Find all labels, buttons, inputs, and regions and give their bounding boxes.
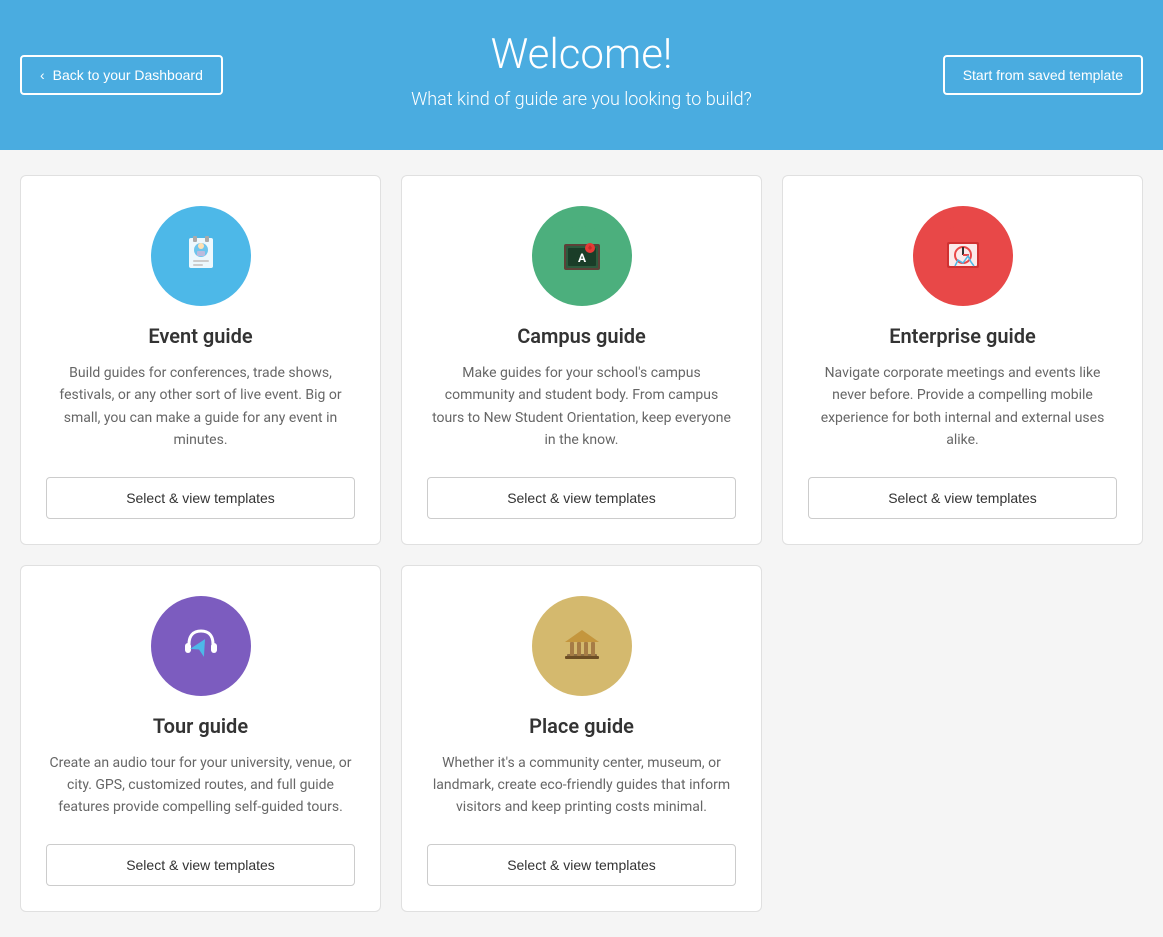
enterprise-guide-description: Navigate corporate meetings and events l… [808, 362, 1117, 452]
place-guide-select-button[interactable]: Select & view templates [427, 844, 736, 886]
start-template-label: Start from saved template [963, 67, 1123, 83]
place-guide-description: Whether it's a community center, museum,… [427, 752, 736, 819]
campus-guide-description: Make guides for your school's campus com… [427, 362, 736, 452]
tour-guide-icon [151, 596, 251, 696]
tour-guide-title: Tour guide [153, 714, 248, 738]
event-guide-title: Event guide [148, 324, 252, 348]
page-subtitle: What kind of guide are you looking to bu… [411, 89, 752, 110]
enterprise-guide-select-button[interactable]: Select & view templates [808, 477, 1117, 519]
bottom-cards-grid: Tour guide Create an audio tour for your… [20, 565, 1143, 912]
start-from-saved-template-button[interactable]: Start from saved template [943, 55, 1143, 95]
place-guide-icon [532, 596, 632, 696]
place-guide-card: Place guide Whether it's a community cen… [401, 565, 762, 912]
chevron-left-icon: ‹ [40, 67, 45, 83]
svg-text:A: A [577, 251, 586, 265]
tour-guide-select-button[interactable]: Select & view templates [46, 844, 355, 886]
event-guide-description: Build guides for conferences, trade show… [46, 362, 355, 452]
campus-guide-icon: A [532, 206, 632, 306]
enterprise-guide-title: Enterprise guide [889, 324, 1036, 348]
enterprise-guide-card: Enterprise guide Navigate corporate meet… [782, 175, 1143, 545]
top-cards-grid: Event guide Build guides for conferences… [20, 175, 1143, 545]
campus-guide-card: A Campus guide Make guides for your scho… [401, 175, 762, 545]
event-guide-card: Event guide Build guides for conferences… [20, 175, 381, 545]
main-content: Event guide Build guides for conferences… [0, 150, 1163, 937]
tour-guide-description: Create an audio tour for your university… [46, 752, 355, 819]
campus-guide-select-button[interactable]: Select & view templates [427, 477, 736, 519]
campus-guide-title: Campus guide [517, 324, 646, 348]
back-to-dashboard-button[interactable]: ‹ Back to your Dashboard [20, 55, 223, 95]
event-guide-icon [151, 206, 251, 306]
page-header: ‹ Back to your Dashboard Welcome! What k… [0, 0, 1163, 150]
event-guide-select-button[interactable]: Select & view templates [46, 477, 355, 519]
place-guide-title: Place guide [529, 714, 634, 738]
back-button-label: Back to your Dashboard [53, 67, 203, 83]
tour-guide-card: Tour guide Create an audio tour for your… [20, 565, 381, 912]
enterprise-guide-icon [913, 206, 1013, 306]
page-title: Welcome! [491, 30, 673, 79]
